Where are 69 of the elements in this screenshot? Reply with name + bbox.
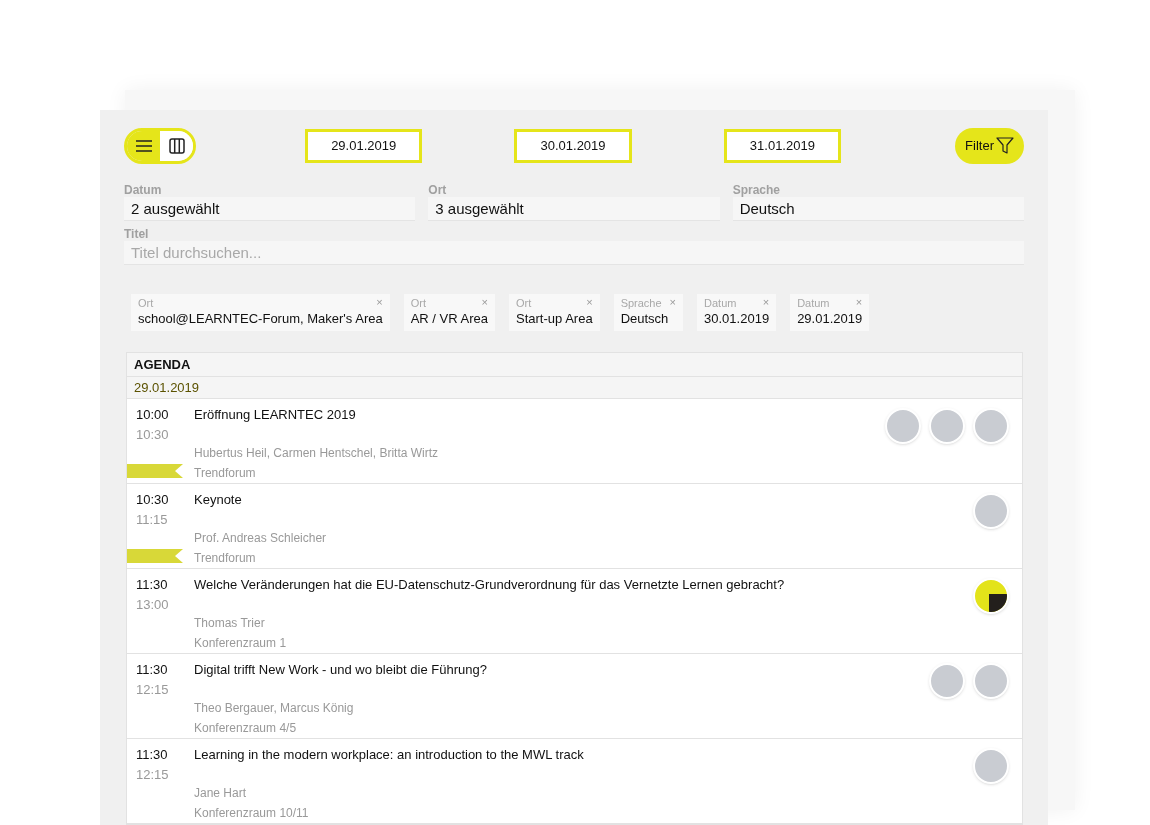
- chip-label: Ort: [516, 296, 532, 310]
- avatar-photo-placeholder: [929, 408, 965, 444]
- avatar-photo-placeholder: [929, 663, 965, 699]
- session-row[interactable]: 11:30 12:15 Learning in the modern workplace: an introduction to the MWL track Jane Hart Konferenzraum 10/11: [127, 739, 1022, 824]
- chip-value: 29.01.2019: [797, 310, 863, 328]
- date-button[interactable]: 31.01.2019: [723, 129, 842, 163]
- chip-label: Datum: [797, 296, 830, 310]
- chip-value: Deutsch: [620, 310, 670, 328]
- avatar-photo-placeholder: [885, 408, 921, 444]
- avatar-photo-placeholder: [973, 663, 1009, 699]
- field-label: Sprache: [732, 183, 781, 197]
- session-room: Konferenzraum 1: [194, 635, 288, 652]
- end-time: 12:15: [136, 681, 170, 699]
- session-room: Konferenzraum 10/11: [194, 805, 310, 822]
- chip-value: AR / VR Area: [410, 310, 488, 328]
- end-time: 12:15: [136, 766, 170, 784]
- speaker-names: Hubertus Heil, Carmen Hentschel, Britta Wirtz: [194, 445, 440, 462]
- end-time: 13:00: [136, 596, 170, 614]
- columns-icon: [168, 138, 185, 154]
- avatar-photo-placeholder: [973, 748, 1009, 784]
- field-label: Titel: [124, 227, 150, 241]
- start-time: 10:00: [136, 406, 170, 424]
- session-row[interactable]: 11:30 13:00 Welche Veränderungen hat die EU-Datenschutz-Grundverordnung für das Vernetzte Lernen gebracht? Thomas Trier Konferenzraum 1: [127, 569, 1022, 654]
- select-field[interactable]: 3 ausgewählt: [428, 197, 720, 221]
- view-toggle-option[interactable]: [127, 131, 160, 161]
- session-title[interactable]: Eröffnung LEARNTEC 2019: [194, 405, 885, 443]
- menu-icon: [135, 140, 152, 152]
- speaker-names: Prof. Andreas Schleicher: [194, 530, 328, 547]
- start-time: 10:30: [136, 491, 170, 509]
- filter-button[interactable]: Filter: [955, 128, 1024, 164]
- logo-avatar: [973, 578, 1009, 614]
- session-title[interactable]: Welche Veränderungen hat die EU-Datenschutz-Grundverordnung für das Vernetzte Lernen gebracht?: [194, 575, 973, 613]
- end-time: 11:15: [136, 511, 169, 529]
- end-time: 10:30: [136, 426, 170, 444]
- search-field[interactable]: Titel durchsuchen...: [124, 241, 1024, 265]
- speaker-names: Jane Hart: [194, 785, 248, 802]
- day-header: 29.01.2019: [127, 377, 1022, 399]
- chip-value: 30.01.2019: [704, 310, 770, 328]
- session-title[interactable]: Digital trifft New Work - und wo bleibt die Führung?: [194, 660, 929, 698]
- view-toggle-option[interactable]: [160, 131, 193, 161]
- select-field[interactable]: Deutsch: [732, 197, 1024, 221]
- agenda-header: AGENDA: [127, 353, 1022, 377]
- session-room: Trendforum: [194, 465, 257, 482]
- start-time: 11:30: [136, 746, 169, 764]
- chip-label: Ort: [410, 296, 426, 310]
- avatar-photo-placeholder: [973, 408, 1009, 444]
- session-title[interactable]: Keynote: [194, 490, 973, 528]
- field-label: Ort: [428, 183, 448, 197]
- date-button[interactable]: 29.01.2019: [305, 129, 423, 163]
- chip-label: Ort: [138, 296, 154, 310]
- chip-value: school@LEARNTEC-Forum, Maker's Area: [138, 310, 383, 328]
- session-row[interactable]: 11:30 12:15 Digital trifft New Work - und wo bleibt die Führung? Theo Bergauer, Marcus König Konferenzraum 4/5: [127, 654, 1022, 739]
- session-title[interactable]: Learning in the modern workplace: an introduction to the MWL track: [194, 745, 973, 783]
- session-row[interactable]: 10:30 11:15 Keynote Prof. Andreas Schleicher Trendforum: [127, 484, 1022, 569]
- avatar-photo-placeholder: [973, 493, 1009, 529]
- select-field[interactable]: 2 ausgewählt: [124, 197, 416, 221]
- speaker-names: Theo Bergauer, Marcus König: [194, 700, 355, 717]
- filter-icon: [995, 137, 1014, 155]
- session-room: Trendforum: [194, 550, 257, 567]
- session-row[interactable]: 10:00 10:30 Eröffnung LEARNTEC 2019 Hubertus Heil, Carmen Hentschel, Britta Wirtz Trendforum: [127, 399, 1022, 484]
- chip-value: Start-up Area: [516, 310, 593, 328]
- chip-label: Sprache: [620, 296, 662, 310]
- date-button[interactable]: 30.01.2019: [514, 129, 632, 163]
- chip-label: Datum: [704, 296, 737, 310]
- field-label: Datum: [124, 183, 163, 197]
- start-time: 11:30: [136, 576, 169, 594]
- speaker-names: Thomas Trier: [194, 615, 266, 632]
- start-time: 11:30: [136, 661, 169, 679]
- session-room: Konferenzraum 4/5: [194, 720, 298, 737]
